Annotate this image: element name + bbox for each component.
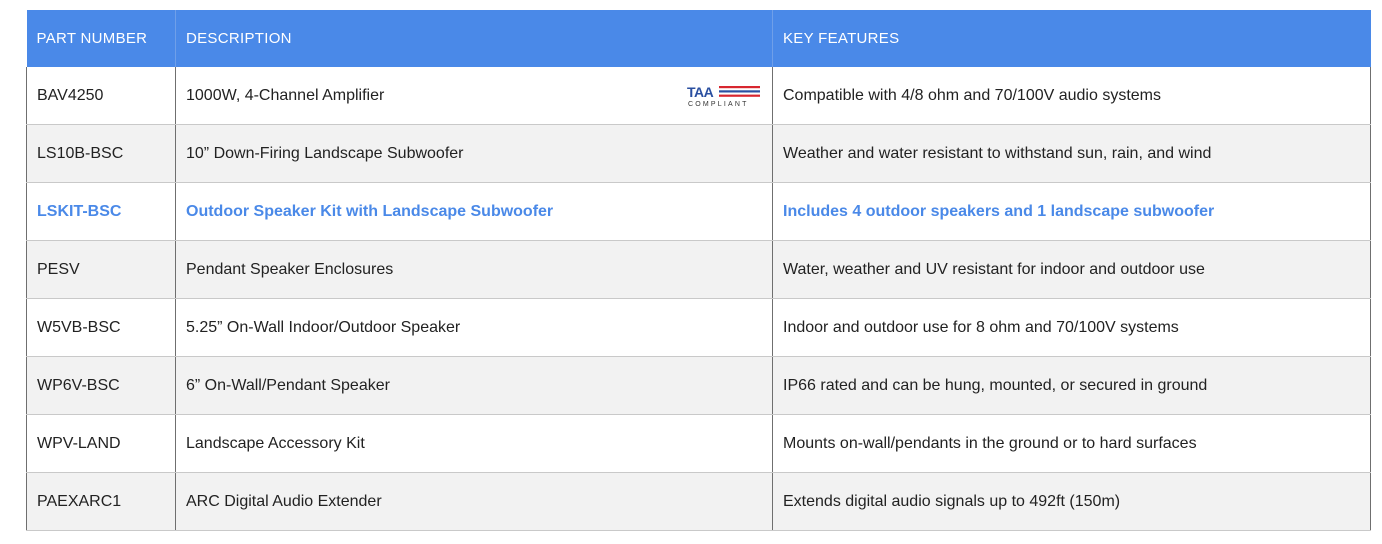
table-row: W5VB-BSC 5.25” On-Wall Indoor/Outdoor Sp… (26, 298, 1371, 357)
part-number-cell: PAEXARC1 (26, 472, 176, 531)
table-row: BAV4250 1000W, 4-Channel Amplifier TAA C… (26, 67, 1371, 125)
key-features-cell: Weather and water resistant to withstand… (772, 124, 1371, 183)
description-text: 1000W, 4-Channel Amplifier (186, 86, 385, 104)
table-row: WP6V-BSC 6” On-Wall/Pendant Speaker IP66… (26, 356, 1371, 415)
description-cell: 5.25” On-Wall Indoor/Outdoor Speaker (175, 298, 773, 357)
product-table: PART NUMBER DESCRIPTION KEY FEATURES BAV… (26, 10, 1371, 531)
table-header: PART NUMBER DESCRIPTION KEY FEATURES (26, 10, 1371, 67)
part-number-cell[interactable]: LSKIT-BSC (26, 182, 176, 241)
part-number-cell: PESV (26, 240, 176, 299)
table-row: PESV Pendant Speaker Enclosures Water, w… (26, 240, 1371, 299)
description-cell[interactable]: Outdoor Speaker Kit with Landscape Subwo… (175, 182, 773, 241)
key-features-cell: Mounts on-wall/pendants in the ground or… (772, 414, 1371, 473)
header-key-features: KEY FEATURES (772, 10, 1371, 67)
table-body: BAV4250 1000W, 4-Channel Amplifier TAA C… (26, 67, 1371, 531)
header-part-number: PART NUMBER (26, 10, 176, 67)
taa-badge-bottom-text: COMPLIANT (688, 101, 749, 108)
part-number-cell: BAV4250 (26, 67, 176, 125)
table-row-highlighted[interactable]: LSKIT-BSC Outdoor Speaker Kit with Lands… (26, 182, 1371, 241)
taa-badge-top-text: TAA (687, 84, 714, 100)
table-row: LS10B-BSC 10” Down-Firing Landscape Subw… (26, 124, 1371, 183)
description-cell: 10” Down-Firing Landscape Subwoofer (175, 124, 773, 183)
key-features-cell: IP66 rated and can be hung, mounted, or … (772, 356, 1371, 415)
key-features-cell: Compatible with 4/8 ohm and 70/100V audi… (772, 67, 1371, 125)
part-number-cell: WPV-LAND (26, 414, 176, 473)
key-features-cell[interactable]: Includes 4 outdoor speakers and 1 landsc… (772, 182, 1371, 241)
key-features-cell: Indoor and outdoor use for 8 ohm and 70/… (772, 298, 1371, 357)
part-number-cell: WP6V-BSC (26, 356, 176, 415)
description-cell: 6” On-Wall/Pendant Speaker (175, 356, 773, 415)
key-features-cell: Extends digital audio signals up to 492f… (772, 472, 1371, 531)
description-cell: 1000W, 4-Channel Amplifier TAA COMPLIANT (175, 67, 773, 125)
table-row: WPV-LAND Landscape Accessory Kit Mounts … (26, 414, 1371, 473)
table-row: PAEXARC1 ARC Digital Audio Extender Exte… (26, 472, 1371, 531)
part-number-cell: LS10B-BSC (26, 124, 176, 183)
taa-compliant-badge-icon: TAA COMPLIANT (687, 84, 760, 108)
header-row: PART NUMBER DESCRIPTION KEY FEATURES (26, 10, 1371, 67)
description-cell: ARC Digital Audio Extender (175, 472, 773, 531)
description-cell: Landscape Accessory Kit (175, 414, 773, 473)
product-table-container: PART NUMBER DESCRIPTION KEY FEATURES BAV… (26, 10, 1371, 531)
part-number-cell: W5VB-BSC (26, 298, 176, 357)
key-features-cell: Water, weather and UV resistant for indo… (772, 240, 1371, 299)
header-description: DESCRIPTION (175, 10, 773, 67)
description-cell: Pendant Speaker Enclosures (175, 240, 773, 299)
